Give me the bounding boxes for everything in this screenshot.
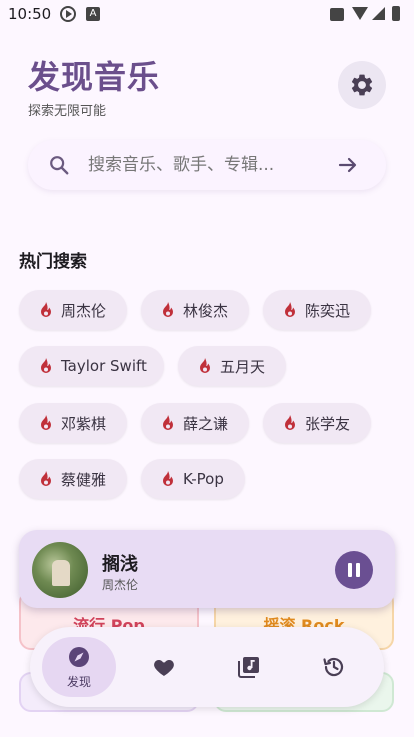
bottom-nav: 发现: [30, 627, 384, 707]
chip-label: 蔡健雅: [61, 470, 107, 489]
search-input[interactable]: [88, 152, 328, 178]
chip-label: 陈奕迅: [305, 301, 351, 320]
mini-player[interactable]: 搁浅 周杰伦: [19, 530, 395, 608]
search-bar[interactable]: [28, 140, 386, 190]
fire-icon: [163, 302, 173, 317]
page-title: 发现音乐: [28, 58, 161, 96]
a-notification-icon: A: [86, 7, 100, 21]
hot-search-chip[interactable]: 林俊杰: [141, 290, 249, 330]
now-playing-artist: 周杰伦: [102, 578, 139, 592]
fire-icon: [163, 415, 173, 430]
nav-item-discover[interactable]: 发现: [42, 637, 116, 697]
fire-icon: [41, 358, 51, 373]
chip-label: 林俊杰: [183, 301, 229, 320]
fire-icon: [200, 358, 210, 373]
music-library-icon: [238, 657, 259, 678]
wifi-icon: [352, 7, 368, 20]
play-circle-icon: [60, 6, 76, 22]
status-time: 10:50: [8, 5, 52, 23]
bag-icon: [330, 8, 344, 21]
chip-label: 薛之谦: [183, 414, 229, 433]
hot-search-chip[interactable]: 薛之谦: [141, 403, 249, 443]
fire-icon: [285, 302, 295, 317]
hot-search-chip[interactable]: Taylor Swift: [19, 346, 164, 386]
nav-item-library[interactable]: [212, 637, 286, 697]
album-art: [32, 542, 88, 598]
signal-icon: [372, 7, 385, 20]
battery-icon: [392, 6, 400, 21]
nav-item-favorites[interactable]: [127, 637, 201, 697]
settings-button[interactable]: [338, 61, 386, 109]
hot-search-chip[interactable]: K-Pop: [141, 459, 245, 499]
fire-icon: [41, 302, 51, 317]
gear-icon: [351, 74, 373, 96]
heart-icon: [154, 660, 174, 676]
hot-search-chip[interactable]: 邓紫棋: [19, 403, 127, 443]
fire-icon: [163, 471, 173, 486]
status-bar: 10:50 A: [0, 0, 414, 30]
nav-label: 发现: [66, 674, 91, 689]
page-subtitle: 探索无限可能: [28, 104, 107, 119]
hot-search-title: 热门搜索: [19, 252, 87, 272]
nav-item-history[interactable]: [297, 637, 371, 697]
fire-icon: [285, 415, 295, 430]
hot-search-chip[interactable]: 张学友: [263, 403, 371, 443]
chip-label: Taylor Swift: [61, 357, 147, 375]
pause-icon: [356, 563, 360, 577]
history-icon: [323, 657, 344, 677]
fire-icon: [41, 415, 51, 430]
chip-label: 张学友: [305, 414, 351, 433]
search-icon: [50, 156, 69, 175]
chip-label: 周杰伦: [61, 301, 107, 320]
chip-label: K-Pop: [183, 470, 224, 488]
now-playing-title: 搁浅: [102, 554, 138, 575]
arrow-right-icon[interactable]: [336, 153, 360, 177]
hot-search-chip[interactable]: 五月天: [178, 346, 286, 386]
fire-icon: [41, 471, 51, 486]
pause-button[interactable]: [335, 551, 373, 589]
pause-icon: [348, 563, 352, 577]
chip-label: 五月天: [220, 357, 266, 376]
chip-label: 邓紫棋: [61, 414, 107, 433]
hot-search-chip[interactable]: 陈奕迅: [263, 290, 371, 330]
hot-search-chip[interactable]: 蔡健雅: [19, 459, 127, 499]
compass-icon: [69, 646, 89, 667]
hot-search-chip[interactable]: 周杰伦: [19, 290, 127, 330]
